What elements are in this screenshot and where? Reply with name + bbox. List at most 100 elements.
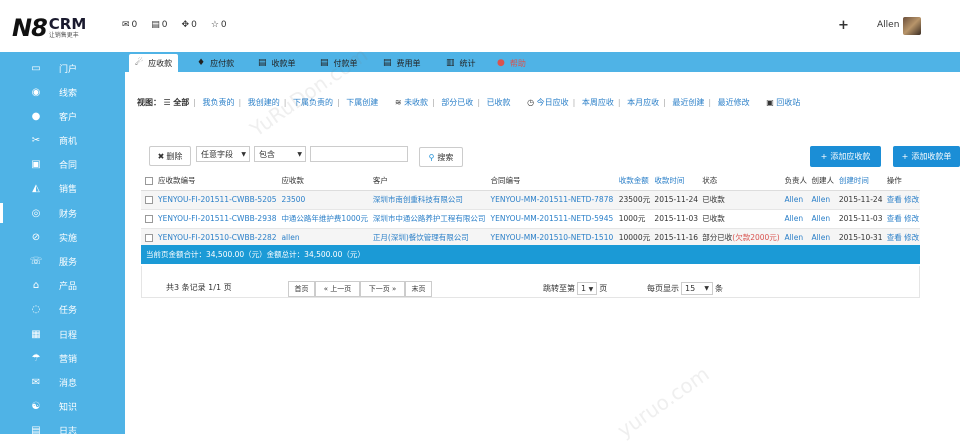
tab-receivable[interactable]: ☄ 应收款 (129, 54, 179, 72)
view-recycle[interactable]: 回收站 (776, 98, 800, 107)
created-cell: 2015-11-24 (834, 190, 883, 210)
page-jump: 跳转至第 1 ▼ 页 (543, 282, 608, 295)
col-customer[interactable]: 客户 (368, 171, 487, 191)
sidebar-item-knowledge[interactable]: ☯ 知识 (0, 394, 125, 418)
sidebar-item-portal[interactable]: ▭ 门户 (0, 56, 125, 80)
add-receivable-button[interactable]: + 添加应收款 (810, 146, 881, 167)
view-recent-modified[interactable]: 最近修改 (718, 98, 750, 107)
view-week[interactable]: 本周应收 (582, 98, 614, 107)
row-checkbox[interactable] (145, 215, 153, 223)
avatar[interactable] (903, 17, 921, 35)
tab-statistics[interactable]: ▥ 统计 (446, 54, 476, 72)
contract-link[interactable]: YENYOU-MM-201511-NETD-7878 (486, 190, 615, 210)
quick-add-button[interactable]: + (838, 18, 849, 33)
col-creator[interactable]: 创建人 (807, 171, 835, 191)
edit-link[interactable]: 修改 (904, 233, 919, 242)
view-unpaid[interactable]: 未收款 (404, 98, 428, 107)
table-row[interactable]: YENYOU-FI-201511-CWBB-2938 中通公路年维护费1000元深… (141, 209, 920, 229)
view-link[interactable]: 查看 (887, 233, 902, 242)
creator-link[interactable]: Allen (807, 209, 835, 229)
finance-icon: ◎ (31, 207, 41, 219)
sidebar-item-sales[interactable]: ◭ 销售 (0, 176, 125, 200)
tab-expense[interactable]: ▤ 费用单 (383, 54, 421, 72)
next-page-button[interactable]: 下一页 » (360, 281, 405, 297)
username[interactable]: Allen (877, 20, 899, 30)
row-checkbox[interactable] (145, 234, 153, 242)
sidebar-item-products[interactable]: ⌂ 产品 (0, 273, 125, 297)
add-receipt-button[interactable]: + 添加收款单 (893, 146, 960, 167)
table-header-row: 应收款编号 应收款 客户 合同编号 收款金额 收款时间 状态 负责人 创建人 创… (141, 171, 920, 191)
per-page-select[interactable]: 15 ▼ (681, 282, 713, 295)
sidebar-item-label: 门户 (59, 64, 78, 75)
col-created[interactable]: 创建时间 (834, 171, 883, 191)
creator-link[interactable]: Allen (807, 190, 835, 210)
sidebar-item-tasks[interactable]: ◌ 任务 (0, 297, 125, 321)
search-button[interactable]: ⚲ 搜索 (419, 147, 463, 167)
view-mine[interactable]: 我负责的 (203, 98, 235, 107)
sidebar-item-service[interactable]: ☏ 服务 (0, 249, 125, 273)
customer-link[interactable]: 深圳市南创重科技有限公司 (368, 190, 487, 210)
view-link[interactable]: 查看 (887, 214, 902, 223)
row-checkbox[interactable] (145, 196, 153, 204)
status-cell: 已收款 (698, 190, 781, 210)
sidebar-item-label: 商机 (59, 136, 78, 147)
view-month[interactable]: 本月应收 (627, 98, 659, 107)
field-select[interactable]: 任意字段 ▼ (196, 146, 250, 162)
col-date[interactable]: 收款时间 (650, 171, 699, 191)
sidebar-item-finance[interactable]: ◎ 财务 (0, 201, 125, 225)
sidebar-item-marketing[interactable]: ☂ 营销 (0, 346, 125, 370)
logo[interactable]: N8 CRM 让销售更丰 (12, 14, 86, 42)
mail-notification[interactable]: ✉ 0 (122, 20, 137, 30)
receivable-id-link[interactable]: YENYOU-FI-201511-CWBB-5205 (154, 190, 278, 210)
sidebar-item-leads[interactable]: ◉ 线索 (0, 80, 125, 104)
col-contract[interactable]: 合同编号 (486, 171, 615, 191)
col-id[interactable]: 应收款编号 (154, 171, 278, 191)
expense-icon: ▤ (383, 58, 392, 68)
edit-link[interactable]: 修改 (904, 195, 919, 204)
sidebar-item-customers[interactable]: ● 客户 (0, 104, 125, 128)
search-input[interactable] (310, 146, 408, 162)
owner-link[interactable]: Allen (780, 209, 808, 229)
condition-select[interactable]: 包含 ▼ (254, 146, 306, 162)
view-recent-created[interactable]: 最近创建 (672, 98, 704, 107)
select-all-checkbox[interactable] (145, 176, 153, 185)
receivable-id-link[interactable]: YENYOU-FI-201511-CWBB-2938 (154, 209, 278, 229)
table-row[interactable]: YENYOU-FI-201511-CWBB-5205 23500 深圳市南创重科技有… (141, 190, 920, 210)
prev-page-button[interactable]: « 上一页 (315, 281, 360, 297)
view-today[interactable]: 今日应收 (537, 98, 569, 107)
view-partial[interactable]: 部分已收 (441, 98, 473, 107)
view-all[interactable]: 全部 (173, 98, 189, 107)
delete-button[interactable]: ✖ 删除 (149, 146, 191, 166)
receivable-name-link[interactable]: 中通公路年维护费1000元 (277, 209, 369, 229)
first-page-button[interactable]: 首页 (288, 281, 315, 297)
owner-link[interactable]: Allen (780, 190, 808, 210)
col-name[interactable]: 应收款 (277, 171, 369, 191)
sidebar-item-opportunities[interactable]: ✂ 商机 (0, 128, 125, 152)
col-status[interactable]: 状态 (698, 171, 781, 191)
view-label: 视图： (137, 98, 161, 107)
contract-link[interactable]: YENYOU-MM-201511-NETD-5945 (486, 209, 615, 229)
customer-link[interactable]: 深圳市中通公路养护工程有限公司 (368, 209, 487, 229)
message-notification[interactable]: ▤ 0 (151, 20, 167, 30)
view-sub-created[interactable]: 下属创建 (346, 98, 378, 107)
share-notification[interactable]: ✥ 0 (182, 20, 197, 30)
col-owner[interactable]: 负责人 (780, 171, 808, 191)
sidebar-item-schedule[interactable]: ▦ 日程 (0, 322, 125, 346)
star-notification[interactable]: ☆ 0 (211, 20, 227, 30)
tab-receipt[interactable]: ▤ 收款单 (258, 54, 296, 72)
col-amount[interactable]: 收款金额 (614, 171, 651, 191)
sidebar-item-contracts[interactable]: ▣ 合同 (0, 152, 125, 176)
tab-help[interactable]: ● 帮助 (497, 54, 526, 72)
tab-payable[interactable]: ♦ 应付款 (197, 54, 234, 72)
edit-link[interactable]: 修改 (904, 214, 919, 223)
sidebar-item-logs[interactable]: ▤ 日志 (0, 418, 125, 442)
sidebar-item-label: 客户 (59, 112, 78, 123)
receivable-name-link[interactable]: 23500 (277, 190, 369, 210)
sidebar-item-implementation[interactable]: ⊘ 实施 (0, 225, 125, 249)
view-link[interactable]: 查看 (887, 195, 902, 204)
page-jump-select[interactable]: 1 ▼ (577, 282, 598, 295)
view-paid[interactable]: 已收款 (487, 98, 511, 107)
last-page-button[interactable]: 末页 (405, 281, 432, 297)
sidebar-item-messages[interactable]: ✉ 消息 (0, 370, 125, 394)
chevron-down-icon: ▼ (241, 150, 246, 158)
